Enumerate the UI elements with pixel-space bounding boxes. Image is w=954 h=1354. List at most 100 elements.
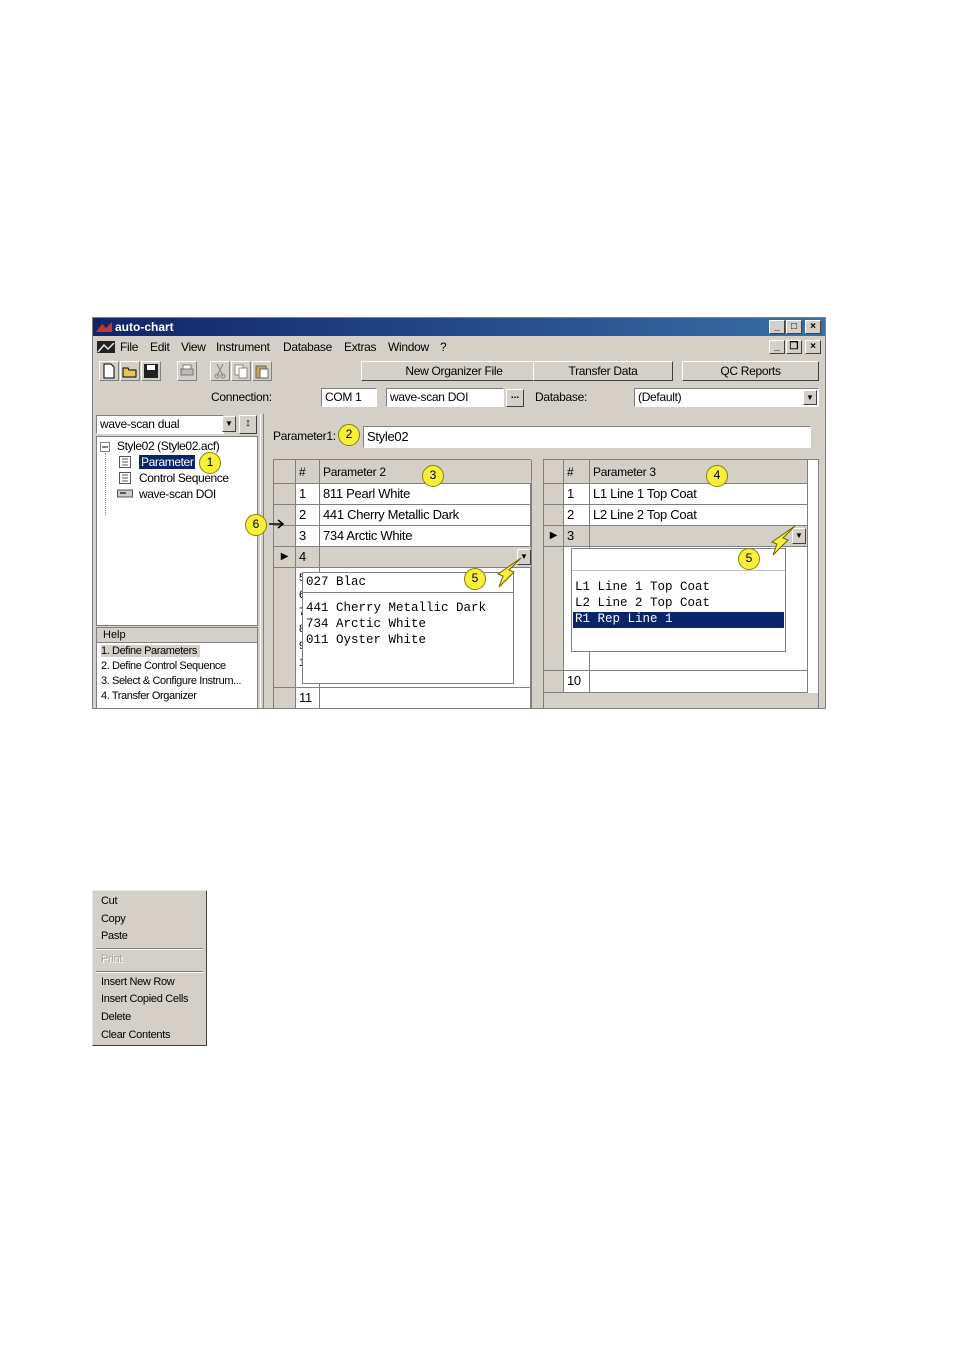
control-sequence-icon (119, 472, 131, 484)
menu-bar: File Edit View Instrument Database Extra… (93, 337, 825, 357)
row-header-corner (274, 460, 296, 484)
parameter2-grid: # Parameter 2 1 811 Pearl White 2 441 Ch… (273, 459, 532, 708)
help-header: Help (97, 628, 257, 643)
tree-item-control-sequence[interactable]: Control Sequence (139, 471, 229, 485)
dropdown-item[interactable]: L2 Line 2 Top Coat (575, 596, 710, 610)
app-logo-icon (96, 322, 112, 332)
doc-close-button[interactable]: × (805, 340, 821, 354)
tree-item-parameter[interactable]: Parameter (139, 455, 196, 469)
ctx-separator (96, 948, 203, 950)
doc-minimize-button[interactable]: _ (769, 340, 785, 354)
updown-arrows-icon[interactable]: ↕ (239, 415, 257, 434)
menu-database[interactable]: Database (283, 340, 332, 354)
instrument-select[interactable]: wave-scan dual (96, 415, 224, 434)
database-value: (Default) (638, 390, 682, 404)
parameter-icon (119, 456, 131, 468)
print-icon[interactable] (177, 361, 197, 381)
table-cell[interactable]: L1 Line 1 Top Coat (590, 484, 808, 505)
suggestion-item[interactable]: 734 Arctic White (306, 617, 426, 631)
menu-edit[interactable]: Edit (150, 340, 170, 354)
browse-button[interactable]: ... (506, 389, 524, 407)
table-cell[interactable]: 441 Cherry Metallic Dark (320, 505, 532, 526)
current-row-arrow-icon[interactable]: ▶ (274, 547, 296, 568)
menu-extras[interactable]: Extras (344, 340, 377, 354)
table-cell[interactable] (320, 688, 532, 708)
current-row-arrow-icon[interactable]: ▶ (544, 526, 564, 547)
table-cell[interactable]: 734 Arctic White (320, 526, 532, 547)
doc-restore-button[interactable]: ❐ (786, 340, 802, 354)
ctx-cut[interactable]: Cut (101, 895, 118, 907)
ctx-paste[interactable]: Paste (101, 930, 128, 942)
new-organizer-button[interactable]: New Organizer File (361, 361, 547, 381)
col-parameter3-header[interactable]: Parameter 3 (590, 460, 808, 484)
help-item-define-parameters[interactable]: 1. Define Parameters (101, 645, 200, 657)
database-label: Database: (535, 390, 588, 404)
tree-collapse-icon[interactable] (100, 442, 110, 452)
row-selector[interactable] (274, 688, 296, 708)
row-number: 1 (296, 484, 320, 505)
copy-icon[interactable] (231, 361, 251, 381)
cut-icon[interactable] (210, 361, 230, 381)
row-number: 3 (564, 526, 590, 547)
ctx-print: Print (101, 953, 123, 965)
table-cell[interactable] (590, 671, 808, 693)
row-selector[interactable] (544, 484, 564, 505)
suggestion-item[interactable]: 011 Oyster White (306, 633, 426, 647)
qc-reports-button[interactable]: QC Reports (682, 361, 819, 381)
row-number: 11 (296, 688, 320, 708)
menu-view[interactable]: View (181, 340, 206, 354)
chevron-down-icon[interactable]: ▼ (803, 390, 817, 405)
row-selector[interactable] (544, 505, 564, 526)
row-selector[interactable] (544, 547, 564, 671)
document-logo-icon[interactable] (97, 341, 115, 353)
callout-3: 3 (422, 465, 444, 487)
ctx-delete[interactable]: Delete (101, 1011, 131, 1023)
menu-window[interactable]: Window (388, 340, 429, 354)
menu-file[interactable]: File (120, 340, 138, 354)
dropdown-item-selected[interactable]: R1 Rep Line 1 (573, 612, 784, 628)
database-select[interactable]: (Default) (634, 388, 819, 407)
panel-splitter[interactable] (260, 414, 264, 708)
callout-5-right: 5 (738, 548, 760, 570)
dropdown-item[interactable]: L1 Line 1 Top Coat (575, 580, 710, 594)
row-number: 1 (564, 484, 590, 505)
open-folder-icon[interactable] (120, 361, 140, 381)
connection-bar: Connection: COM 1 wave-scan DOI ... Data… (93, 386, 825, 410)
paste-icon[interactable] (252, 361, 272, 381)
ctx-insert-copied-cells[interactable]: Insert Copied Cells (101, 993, 189, 1005)
title-bar[interactable]: auto-chart _ □ × (93, 318, 825, 336)
ctx-insert-new-row[interactable]: Insert New Row (101, 976, 175, 988)
row-selector[interactable] (274, 484, 296, 505)
project-tree: Style02 (Style02.acf) Parameter Control … (96, 436, 258, 626)
help-item-configure-instrument[interactable]: 3. Select & Configure Instrum... (101, 675, 241, 687)
window-title: auto-chart (115, 320, 174, 334)
tree-root[interactable]: Style02 (Style02.acf) (117, 439, 220, 453)
menu-instrument[interactable]: Instrument (216, 340, 270, 354)
ctx-clear-contents[interactable]: Clear Contents (101, 1029, 170, 1041)
parameter1-input[interactable]: Style02 (363, 426, 811, 448)
help-item-control-sequence[interactable]: 2. Define Control Sequence (101, 660, 226, 672)
ctx-copy[interactable]: Copy (101, 913, 126, 925)
dropdown-item-selected-text: R1 Rep Line 1 (575, 612, 673, 626)
callout-arrow-icon (496, 557, 522, 588)
port-field[interactable]: COM 1 (321, 388, 377, 407)
menu-help[interactable]: ? (440, 340, 447, 354)
left-panel: wave-scan dual ▼ ↕ Style02 (Style02.acf)… (96, 415, 258, 708)
row-selector[interactable] (544, 671, 564, 693)
transfer-data-button[interactable]: Transfer Data (533, 361, 673, 381)
row-selector[interactable] (274, 568, 296, 688)
callout-arrow-icon (770, 525, 796, 556)
suggestion-item[interactable]: 441 Cherry Metallic Dark (306, 601, 486, 615)
help-item-transfer-organizer[interactable]: 4. Transfer Organizer (101, 690, 197, 702)
minimize-button[interactable]: _ (769, 320, 785, 334)
tree-item-wave-scan[interactable]: wave-scan DOI (139, 487, 216, 501)
maximize-button[interactable]: □ (786, 320, 802, 334)
device-field[interactable]: wave-scan DOI (386, 388, 504, 407)
chevron-down-icon[interactable]: ▼ (222, 416, 236, 432)
table-cell[interactable]: L2 Line 2 Top Coat (590, 505, 808, 526)
table-cell[interactable]: 811 Pearl White (320, 484, 532, 505)
new-file-icon[interactable] (99, 361, 119, 381)
autocomplete-input-text: 027 Blac (306, 575, 367, 589)
close-button[interactable]: × (805, 320, 821, 334)
save-icon[interactable] (141, 361, 161, 381)
